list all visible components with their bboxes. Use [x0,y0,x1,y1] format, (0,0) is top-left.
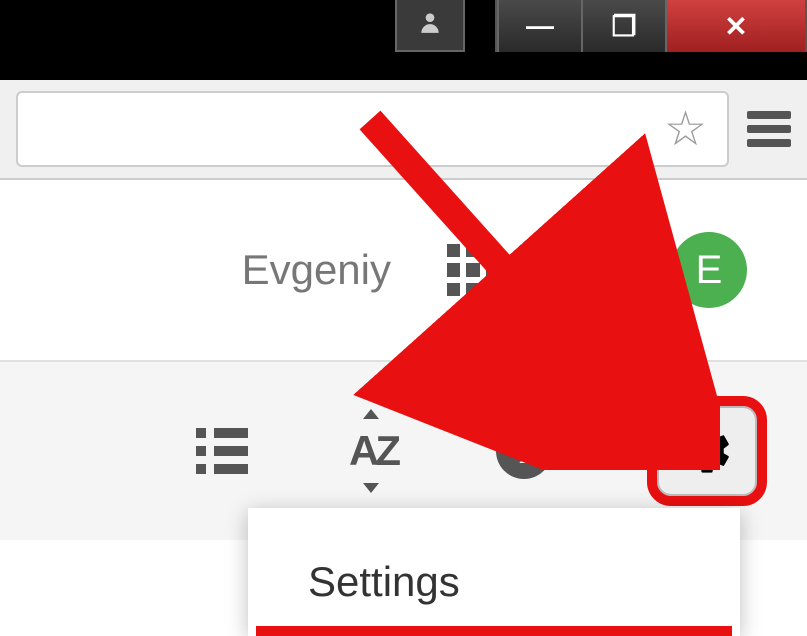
gear-icon [679,423,735,479]
info-icon: i [496,423,552,479]
hamburger-line [747,125,791,133]
settings-gear-button[interactable] [647,396,767,506]
close-button[interactable]: ✕ [665,0,805,52]
tab-area [0,0,380,80]
minimize-button[interactable]: — [497,0,581,52]
maximize-button[interactable]: ❐ [581,0,665,52]
account-avatar[interactable]: E [671,232,747,308]
hamburger-line [747,139,791,147]
address-bar[interactable]: ☆ [16,91,729,167]
account-header: Evgeniy E [0,180,807,360]
profile-button[interactable] [395,0,465,52]
notifications-icon[interactable] [555,240,615,300]
minimize-icon: — [526,10,554,42]
account-name[interactable]: Evgeniy [242,246,391,294]
window-controls: — ❐ ✕ [495,0,807,52]
close-icon: ✕ [724,10,747,43]
hamburger-line [747,111,791,119]
list-icon [196,428,248,474]
browser-menu-button[interactable] [747,111,791,147]
sort-button[interactable]: AZ [345,423,401,479]
settings-dropdown: Settings [248,508,740,636]
sort-az-icon: AZ [349,427,397,475]
browser-toolbar: ☆ [0,80,807,180]
window-titlebar: — ❐ ✕ [0,0,807,80]
maximize-icon: ❐ [611,10,636,43]
avatar-initial: E [696,248,723,293]
bookmark-star-icon[interactable]: ☆ [664,101,707,157]
annotation-highlight [256,626,732,636]
dropdown-item-settings[interactable]: Settings [248,558,740,626]
user-icon [417,9,443,42]
list-view-button[interactable] [194,423,250,479]
info-button[interactable]: i [496,423,552,479]
apps-grid-icon[interactable] [447,244,499,296]
